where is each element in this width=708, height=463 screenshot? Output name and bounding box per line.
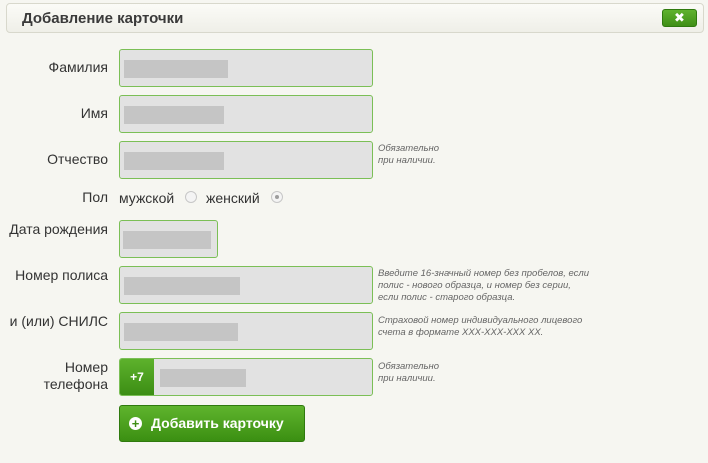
phone-label: Номер телефона <box>43 359 108 392</box>
surname-label: Фамилия <box>48 59 108 75</box>
redacted-value <box>160 369 246 387</box>
snils-hint: Страховой номер индивидуального лицевого… <box>378 315 583 338</box>
snils-input[interactable] <box>119 312 373 350</box>
phone-prefix: +7 <box>120 359 154 395</box>
birthdate-label: Дата рождения <box>9 221 108 237</box>
patronymic-label: Отчество <box>47 151 108 167</box>
policy-input[interactable] <box>119 266 373 304</box>
close-icon: ✖ <box>674 10 685 25</box>
name-input[interactable] <box>119 95 373 133</box>
dialog-titlebar: Добавление карточки ✖ <box>6 3 704 33</box>
surname-input[interactable] <box>119 49 373 87</box>
policy-hint: Введите 16-значный номер без пробелов, е… <box>378 268 590 303</box>
policy-label: Номер полиса <box>15 267 108 283</box>
phone-hint: Обязательно при наличии. <box>378 361 440 384</box>
plus-circle-icon: + <box>129 417 142 430</box>
redacted-value <box>123 231 211 249</box>
phone-input[interactable]: +7 <box>119 358 373 396</box>
gender-female-label: женский <box>206 190 260 206</box>
gender-male-radio[interactable] <box>185 191 197 203</box>
dialog-title: Добавление карточки <box>22 10 184 27</box>
add-card-button[interactable]: + Добавить карточку <box>119 405 305 442</box>
redacted-value <box>124 152 224 170</box>
birthdate-input[interactable] <box>119 220 218 258</box>
redacted-value <box>124 323 238 341</box>
gender-male-label: мужской <box>119 190 175 206</box>
add-card-button-label: Добавить карточку <box>151 415 284 431</box>
patronymic-hint: Обязательно при наличии. <box>378 143 440 166</box>
name-label: Имя <box>80 105 108 121</box>
close-button[interactable]: ✖ <box>662 9 697 27</box>
redacted-value <box>124 60 228 78</box>
gender-female-radio[interactable] <box>271 191 283 203</box>
gender-label: Пол <box>82 189 108 205</box>
patronymic-input[interactable] <box>119 141 373 179</box>
redacted-value <box>124 106 224 124</box>
snils-label: и (или) СНИЛС <box>9 313 108 329</box>
add-card-dialog: Добавление карточки ✖ Фамилия Имя Отчест… <box>0 0 708 463</box>
redacted-value <box>124 277 240 295</box>
